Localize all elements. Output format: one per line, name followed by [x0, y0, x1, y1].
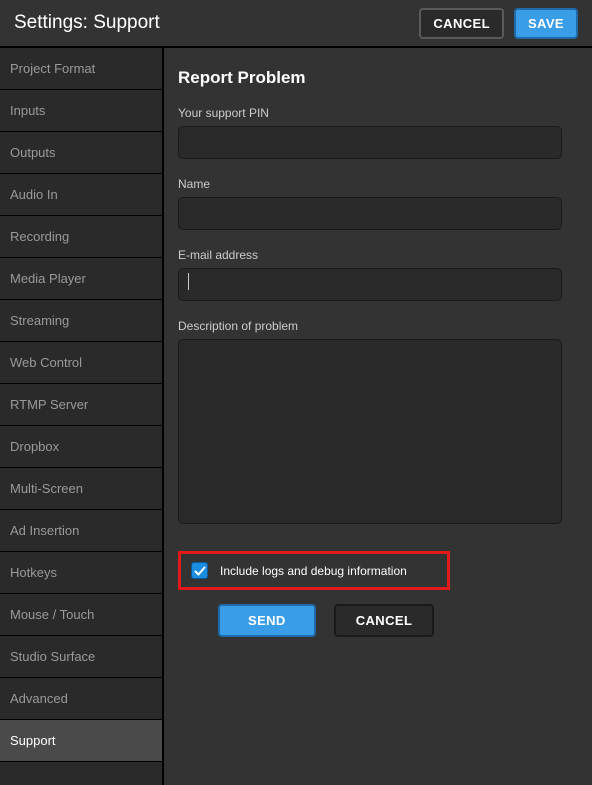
save-button[interactable]: SAVE: [514, 8, 578, 39]
send-button[interactable]: SEND: [218, 604, 316, 637]
name-label: Name: [178, 177, 578, 191]
sidebar-item-advanced[interactable]: Advanced: [0, 678, 162, 720]
sidebar-item-ad-insertion[interactable]: Ad Insertion: [0, 510, 162, 552]
sidebar-item-multi-screen[interactable]: Multi-Screen: [0, 468, 162, 510]
description-label: Description of problem: [178, 319, 578, 333]
main: Project Format Inputs Outputs Audio In R…: [0, 48, 592, 785]
include-logs-checkbox[interactable]: [191, 562, 208, 579]
sidebar-item-recording[interactable]: Recording: [0, 216, 162, 258]
header-buttons: CANCEL SAVE: [419, 8, 578, 39]
sidebar-item-support[interactable]: Support: [0, 720, 162, 762]
sidebar-item-web-control[interactable]: Web Control: [0, 342, 162, 384]
form-group-name: Name: [178, 177, 578, 230]
page-title: Settings: Support: [14, 12, 160, 34]
form-title: Report Problem: [178, 68, 578, 88]
name-input[interactable]: [178, 197, 562, 230]
cancel-button[interactable]: CANCEL: [419, 8, 504, 39]
cancel-form-button[interactable]: CANCEL: [334, 604, 435, 637]
form-buttons: SEND CANCEL: [178, 604, 578, 637]
pin-label: Your support PIN: [178, 106, 578, 120]
email-label: E-mail address: [178, 248, 578, 262]
text-cursor-icon: [188, 273, 189, 290]
sidebar-item-inputs[interactable]: Inputs: [0, 90, 162, 132]
form-group-email: E-mail address: [178, 248, 578, 301]
sidebar-item-audio-in[interactable]: Audio In: [0, 174, 162, 216]
sidebar-item-media-player[interactable]: Media Player: [0, 258, 162, 300]
sidebar-item-streaming[interactable]: Streaming: [0, 300, 162, 342]
sidebar-item-dropbox[interactable]: Dropbox: [0, 426, 162, 468]
sidebar-item-studio-surface[interactable]: Studio Surface: [0, 636, 162, 678]
check-icon: [194, 565, 206, 577]
sidebar-item-mouse-touch[interactable]: Mouse / Touch: [0, 594, 162, 636]
sidebar: Project Format Inputs Outputs Audio In R…: [0, 48, 164, 785]
form-group-pin: Your support PIN: [178, 106, 578, 159]
include-logs-highlight: Include logs and debug information: [178, 551, 450, 590]
sidebar-item-rtmp-server[interactable]: RTMP Server: [0, 384, 162, 426]
email-input[interactable]: [178, 268, 562, 301]
include-logs-label: Include logs and debug information: [220, 564, 407, 578]
description-textarea[interactable]: [178, 339, 562, 524]
content: Report Problem Your support PIN Name E-m…: [164, 48, 592, 785]
sidebar-item-hotkeys[interactable]: Hotkeys: [0, 552, 162, 594]
pin-input[interactable]: [178, 126, 562, 159]
sidebar-item-outputs[interactable]: Outputs: [0, 132, 162, 174]
form-group-description: Description of problem: [178, 319, 578, 527]
header: Settings: Support CANCEL SAVE: [0, 0, 592, 48]
sidebar-item-project-format[interactable]: Project Format: [0, 48, 162, 90]
